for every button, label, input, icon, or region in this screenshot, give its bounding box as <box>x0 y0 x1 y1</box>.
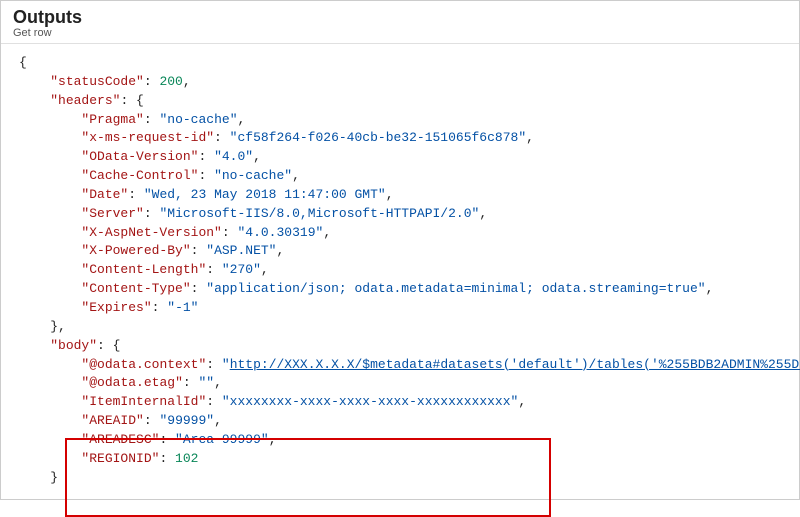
header-server: Microsoft-IIS/8.0,Microsoft-HTTPAPI/2.0 <box>167 206 471 221</box>
header-x-powered-by: ASP.NET <box>214 243 269 258</box>
body-areadesc: Area 99999 <box>183 432 261 447</box>
header-date: Wed, 23 May 2018 11:47:00 GMT <box>152 187 378 202</box>
header-cache-control: no-cache <box>222 168 284 183</box>
header-x-aspnet-version: 4.0.30319 <box>245 225 315 240</box>
header-expires: -1 <box>175 300 191 315</box>
body-odata-context-key: @odata.context <box>89 357 198 372</box>
header-content-type: application/json; odata.metadata=minimal… <box>214 281 698 296</box>
json-output-code[interactable]: { "statusCode": 200, "headers": { "Pragm… <box>1 44 799 495</box>
header-content-length: 270 <box>230 262 253 277</box>
body-odata-etag-key: @odata.etag <box>89 375 175 390</box>
panel-title: Outputs <box>13 7 787 28</box>
statusCode-value: 200 <box>159 74 182 89</box>
header-pragma: no-cache <box>167 112 229 127</box>
header-x-ms-request-id: cf58f264-f026-40cb-be32-151065f6c878 <box>237 130 518 145</box>
body-iteminternalid: xxxxxxxx-xxxx-xxxx-xxxx-xxxxxxxxxxxx <box>230 394 511 409</box>
body-areaid: 99999 <box>167 413 206 428</box>
odata-context-link[interactable]: http://XXX.X.X.X/$metadata#datasets('def… <box>230 357 800 372</box>
body-regionid: 102 <box>175 451 198 466</box>
panel-subtitle: Get row <box>13 27 787 39</box>
header-odata-version: 4.0 <box>222 149 245 164</box>
outputs-header: Outputs Get row <box>1 1 799 44</box>
